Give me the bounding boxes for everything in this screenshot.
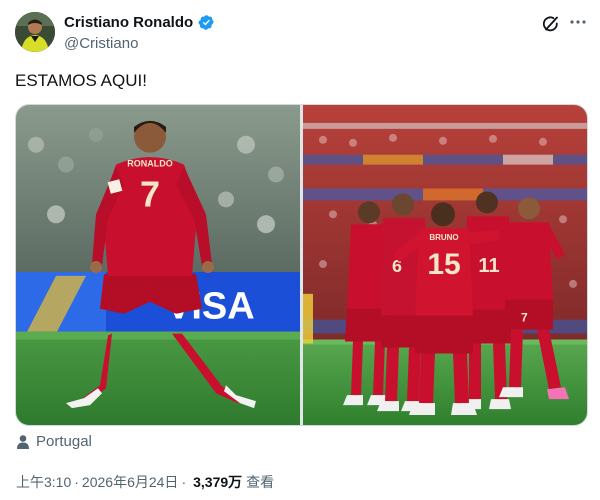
tweet-card: Cristiano Ronaldo @Cristiano ESTAMOS AQU… — [0, 0, 600, 500]
tweet-meta: 上午3:10 · 2026年6月24日 · 3,379万 查看 — [16, 472, 274, 492]
photo-ronaldo-back-image: VISA RONALDO 7 — [16, 105, 300, 425]
views-label: 查看 — [246, 474, 275, 490]
author-handle[interactable]: @Cristiano — [64, 35, 138, 52]
location-tag[interactable]: Portugal — [16, 433, 92, 450]
tweet-time[interactable]: 上午3:10 — [16, 472, 71, 492]
shorts-number-7: 7 — [521, 311, 528, 325]
jersey-number-15: 15 — [427, 248, 460, 281]
media-grid: VISA RONALDO 7 6 11 7 BRUNO 15 — [15, 104, 588, 426]
views-count: 3,379万 — [193, 474, 243, 490]
grok-icon[interactable] — [541, 14, 561, 34]
photo-team-huddle[interactable]: 6 11 7 BRUNO 15 — [303, 105, 587, 425]
author-display-name[interactable]: Cristiano Ronaldo — [64, 14, 193, 31]
verified-badge-icon — [198, 14, 215, 31]
photo-team-huddle-image: 6 11 7 BRUNO 15 — [303, 105, 587, 425]
jersey-name: RONALDO — [127, 159, 173, 169]
meta-separator: · — [74, 474, 79, 490]
tweet-text: ESTAMOS AQUI! — [15, 71, 147, 90]
author-name-row[interactable]: Cristiano Ronaldo — [64, 14, 215, 31]
tweet-date[interactable]: 2026年6月24日 — [82, 472, 179, 492]
meta-separator: · — [181, 474, 187, 490]
location-text[interactable]: Portugal — [36, 433, 92, 450]
more-horizontal-icon[interactable] — [568, 12, 588, 32]
jersey-number: 7 — [140, 174, 160, 214]
photo-ronaldo-back[interactable]: VISA RONALDO 7 — [16, 105, 300, 425]
jersey-number-11: 11 — [478, 255, 499, 277]
jersey-name-center: BRUNO — [429, 233, 458, 242]
person-location-icon — [16, 434, 30, 450]
avatar[interactable] — [15, 12, 55, 52]
